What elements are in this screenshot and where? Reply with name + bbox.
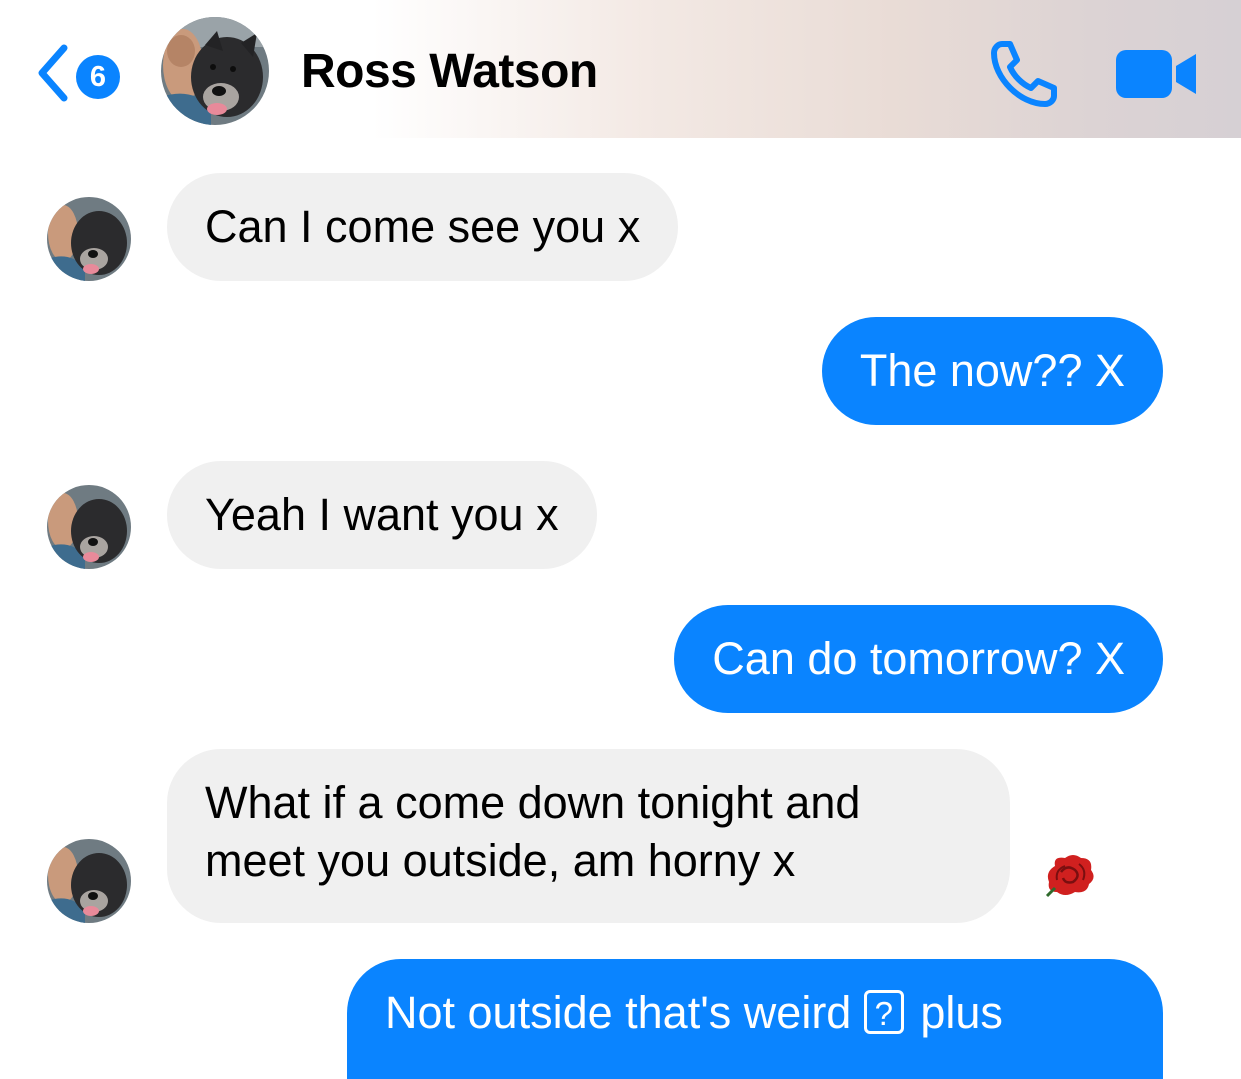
phone-icon[interactable]	[988, 38, 1060, 110]
contact-avatar[interactable]	[161, 17, 269, 125]
contact-name[interactable]: Ross Watson	[301, 44, 598, 99]
outgoing-message[interactable]: Not outside that's weird ? plus	[347, 959, 1163, 1079]
unread-count-badge: 6	[76, 55, 120, 99]
video-camera-icon[interactable]	[1114, 48, 1198, 100]
back-button[interactable]: 6	[34, 38, 134, 108]
outgoing-message[interactable]: The now?? X	[821, 317, 1163, 425]
sender-avatar[interactable]	[47, 839, 131, 923]
sender-avatar[interactable]	[47, 197, 131, 281]
conversation-header: 6 Ross Watson	[0, 0, 1241, 138]
incoming-message[interactable]: Yeah I want you x	[167, 461, 597, 569]
message-text: plus	[920, 987, 1003, 1038]
chevron-left-icon	[38, 44, 68, 102]
missing-emoji-glyph: ?	[863, 990, 904, 1035]
incoming-message[interactable]: What if a come down tonight and meet you…	[167, 749, 1010, 923]
outgoing-message[interactable]: Can do tomorrow? X	[674, 605, 1163, 713]
incoming-message[interactable]: Can I come see you x	[167, 173, 679, 281]
sender-avatar[interactable]	[47, 485, 131, 569]
message-text: Not outside that's weird	[385, 987, 852, 1038]
rose-icon[interactable]	[1043, 852, 1097, 898]
